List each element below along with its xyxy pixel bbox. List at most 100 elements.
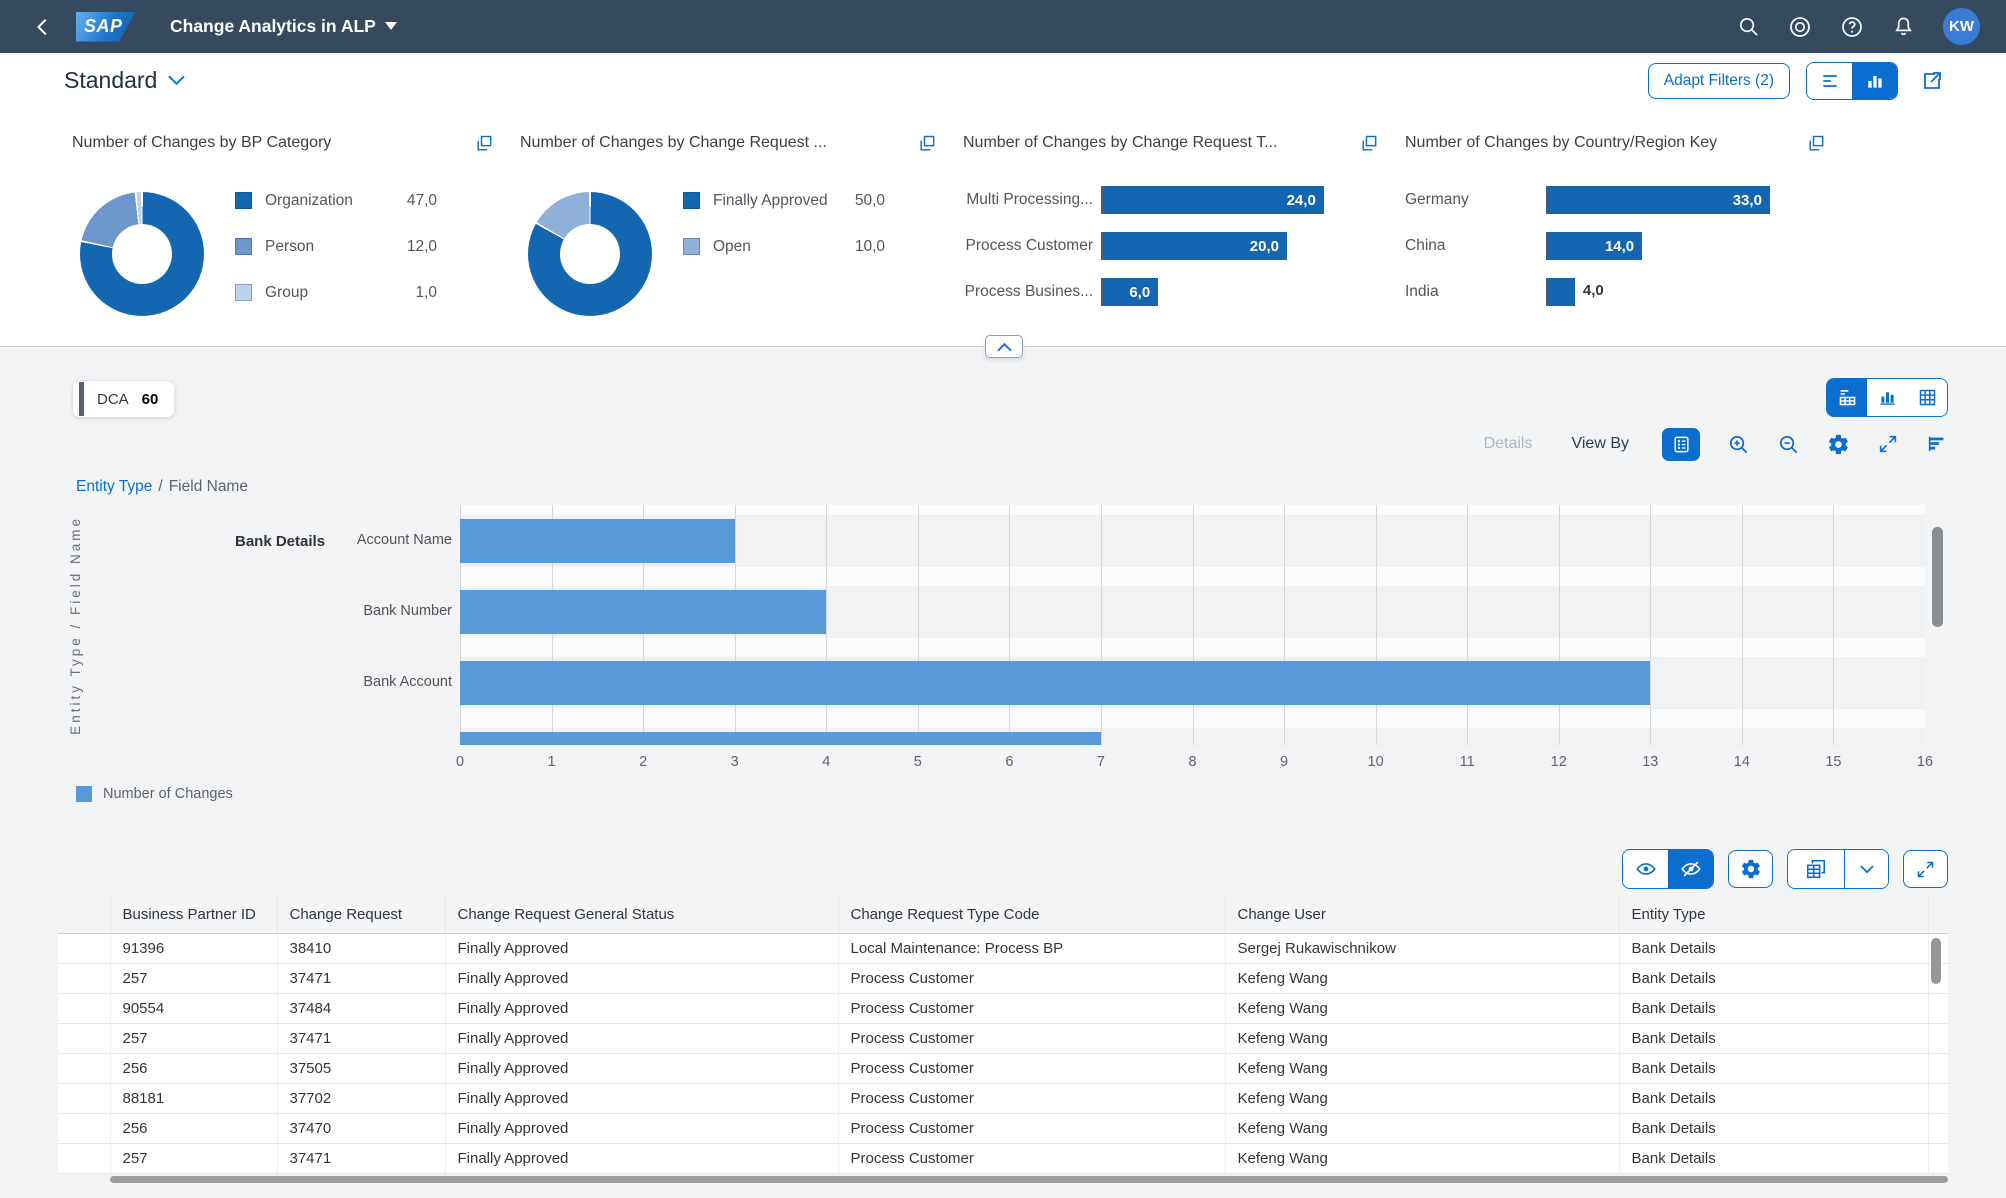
variant-selector[interactable]: Standard	[58, 66, 191, 95]
row-selector-cell[interactable]	[58, 933, 111, 964]
table-body: 91396 38410 Finally Approved Local Maintena…	[58, 933, 1948, 1174]
table-row[interactable]: 256 37505 Finally Approved Process Customer…	[58, 1053, 1948, 1084]
popout-icon[interactable]	[1806, 134, 1826, 154]
column-header[interactable]: Business Partner ID	[110, 896, 278, 934]
gridline	[1558, 505, 1560, 745]
export-menu-button[interactable]	[1844, 850, 1888, 888]
table-row[interactable]: 257 37471 Finally Approved Process Customer…	[58, 1143, 1948, 1174]
zoom-in-button[interactable]	[1727, 433, 1750, 456]
app-title: Change Analytics in ALP	[170, 16, 376, 36]
notifications-button[interactable]	[1892, 15, 1915, 38]
legend-label: Number of Changes	[103, 786, 233, 802]
column-header[interactable]: Change User	[1225, 896, 1620, 934]
table-cell: Process Customer	[838, 993, 1226, 1024]
column-header[interactable]: Change Request Type Code	[838, 896, 1226, 934]
kpi-bar[interactable]: 6,0	[1103, 278, 1159, 306]
kpi-bar-value: 20,0	[1249, 237, 1279, 255]
table-cell: Bank Details	[1619, 1143, 1929, 1174]
table-cell: 38410	[277, 933, 446, 964]
table-cell: 88181	[110, 1083, 278, 1114]
adapt-filters-button[interactable]: Adapt Filters (2)	[1647, 63, 1790, 99]
row-selector-cell[interactable]	[58, 1113, 111, 1144]
main-chart-plot[interactable]	[460, 505, 1925, 745]
column-header[interactable]: Change Request General Status	[445, 896, 839, 934]
table-scrollbar-thumb[interactable]	[1931, 938, 1941, 984]
table-only-view-button[interactable]	[1907, 379, 1947, 416]
user-avatar[interactable]: KW	[1943, 8, 1980, 45]
chart-type-button[interactable]	[1926, 433, 1948, 455]
kpi-bar[interactable]	[1548, 278, 1575, 306]
zoom-out-icon	[1779, 435, 1798, 453]
popout-icon[interactable]	[917, 134, 937, 154]
column-header[interactable]: Entity Type	[1619, 896, 1929, 934]
donut-chart-cr-status[interactable]	[528, 192, 652, 316]
search-button[interactable]	[1737, 15, 1760, 38]
horizontal-scrollbar-thumb[interactable]	[110, 1176, 1948, 1183]
kpi-bar[interactable]: 20,0	[1103, 232, 1287, 260]
breadcrumb-link[interactable]: Entity Type	[76, 478, 152, 496]
share-button[interactable]	[1914, 68, 1950, 94]
hybrid-view-button[interactable]	[1827, 379, 1867, 416]
export-button[interactable]	[1788, 850, 1844, 888]
collapse-header-button[interactable]	[985, 335, 1023, 358]
table-row[interactable]: 256 37470 Finally Approved Process Customer…	[58, 1113, 1948, 1144]
chart-view-button[interactable]	[1852, 63, 1897, 99]
filtered-count-chip[interactable]: DCA 60	[72, 380, 176, 418]
toggle-legend-button[interactable]	[1662, 427, 1700, 461]
donut-chart-bp-category[interactable]	[80, 192, 204, 316]
table-row[interactable]: 257 37471 Finally Approved Process Customer…	[58, 963, 1948, 994]
sap-logo: SAP	[76, 11, 136, 42]
chart-scrollbar-thumb[interactable]	[1932, 527, 1943, 627]
popout-icon[interactable]	[1359, 134, 1379, 154]
chart-bar[interactable]	[460, 661, 1651, 705]
legend-item[interactable]: Organization 47,0	[235, 192, 437, 209]
row-selector-cell[interactable]	[58, 963, 111, 994]
chart-fullscreen-button[interactable]	[1877, 433, 1899, 455]
chart-bar[interactable]	[460, 732, 1101, 745]
fullscreen-icon	[1917, 861, 1934, 877]
hide-details-button[interactable]	[1668, 850, 1713, 888]
legend-item[interactable]: Finally Approved 50,0	[683, 192, 885, 209]
view-by-button[interactable]: View By	[1565, 434, 1635, 454]
chart-bar[interactable]	[460, 590, 827, 634]
row-selector-cell[interactable]	[58, 1053, 111, 1084]
x-axis-label: 4	[822, 754, 831, 770]
legend-item[interactable]: Group 1,0	[235, 284, 437, 301]
details-button[interactable]: Details	[1478, 434, 1539, 454]
legend-item[interactable]: Person 12,0	[235, 238, 437, 255]
table-row[interactable]: 91396 38410 Finally Approved Local Maintena…	[58, 933, 1948, 964]
kpi-bar[interactable]: 14,0	[1548, 232, 1643, 260]
back-button[interactable]	[26, 15, 60, 39]
chart-only-view-button[interactable]	[1867, 379, 1907, 416]
copilot-button[interactable]	[1788, 15, 1812, 39]
row-selector-cell[interactable]	[58, 1143, 111, 1174]
gear-icon	[1741, 859, 1760, 879]
row-selector-cell[interactable]	[58, 1023, 111, 1054]
kpi-bar-label: Process Customer	[965, 237, 1093, 254]
chip-label: DCA	[97, 390, 129, 408]
table-row[interactable]: 90554 37484 Finally Approved Process Custom…	[58, 993, 1948, 1024]
row-selector-cell[interactable]	[58, 1083, 111, 1114]
row-selector-cell[interactable]	[58, 993, 111, 1024]
row-selector-header[interactable]	[58, 896, 111, 934]
table-settings-button[interactable]	[1728, 850, 1773, 888]
chart-bar[interactable]	[460, 519, 735, 563]
table-row[interactable]: 257 37471 Finally Approved Process Customer…	[58, 1023, 1948, 1054]
help-button[interactable]	[1840, 15, 1864, 39]
table-row[interactable]: 88181 37702 Finally Approved Process Custom…	[58, 1083, 1948, 1114]
column-header[interactable]: Change Request	[277, 896, 446, 934]
gridline	[1192, 505, 1194, 745]
legend-item[interactable]: Open 10,0	[683, 238, 885, 255]
table-fullscreen-button[interactable]	[1903, 850, 1948, 888]
kpi-bar[interactable]: 24,0	[1103, 186, 1324, 214]
popout-icon[interactable]	[474, 134, 494, 154]
zoom-out-button[interactable]	[1777, 433, 1800, 456]
app-title-menu[interactable]: Change Analytics in ALP	[164, 15, 403, 38]
filter-rows-view-button[interactable]	[1807, 63, 1852, 99]
grid-table-icon	[1919, 389, 1935, 406]
table-cell: Process Customer	[838, 1143, 1226, 1174]
show-details-button[interactable]	[1623, 850, 1668, 888]
chart-settings-button[interactable]	[1827, 433, 1850, 456]
kpi-bar[interactable]: 33,0	[1548, 186, 1770, 214]
kpi-bar-value: 14,0	[1604, 237, 1635, 255]
